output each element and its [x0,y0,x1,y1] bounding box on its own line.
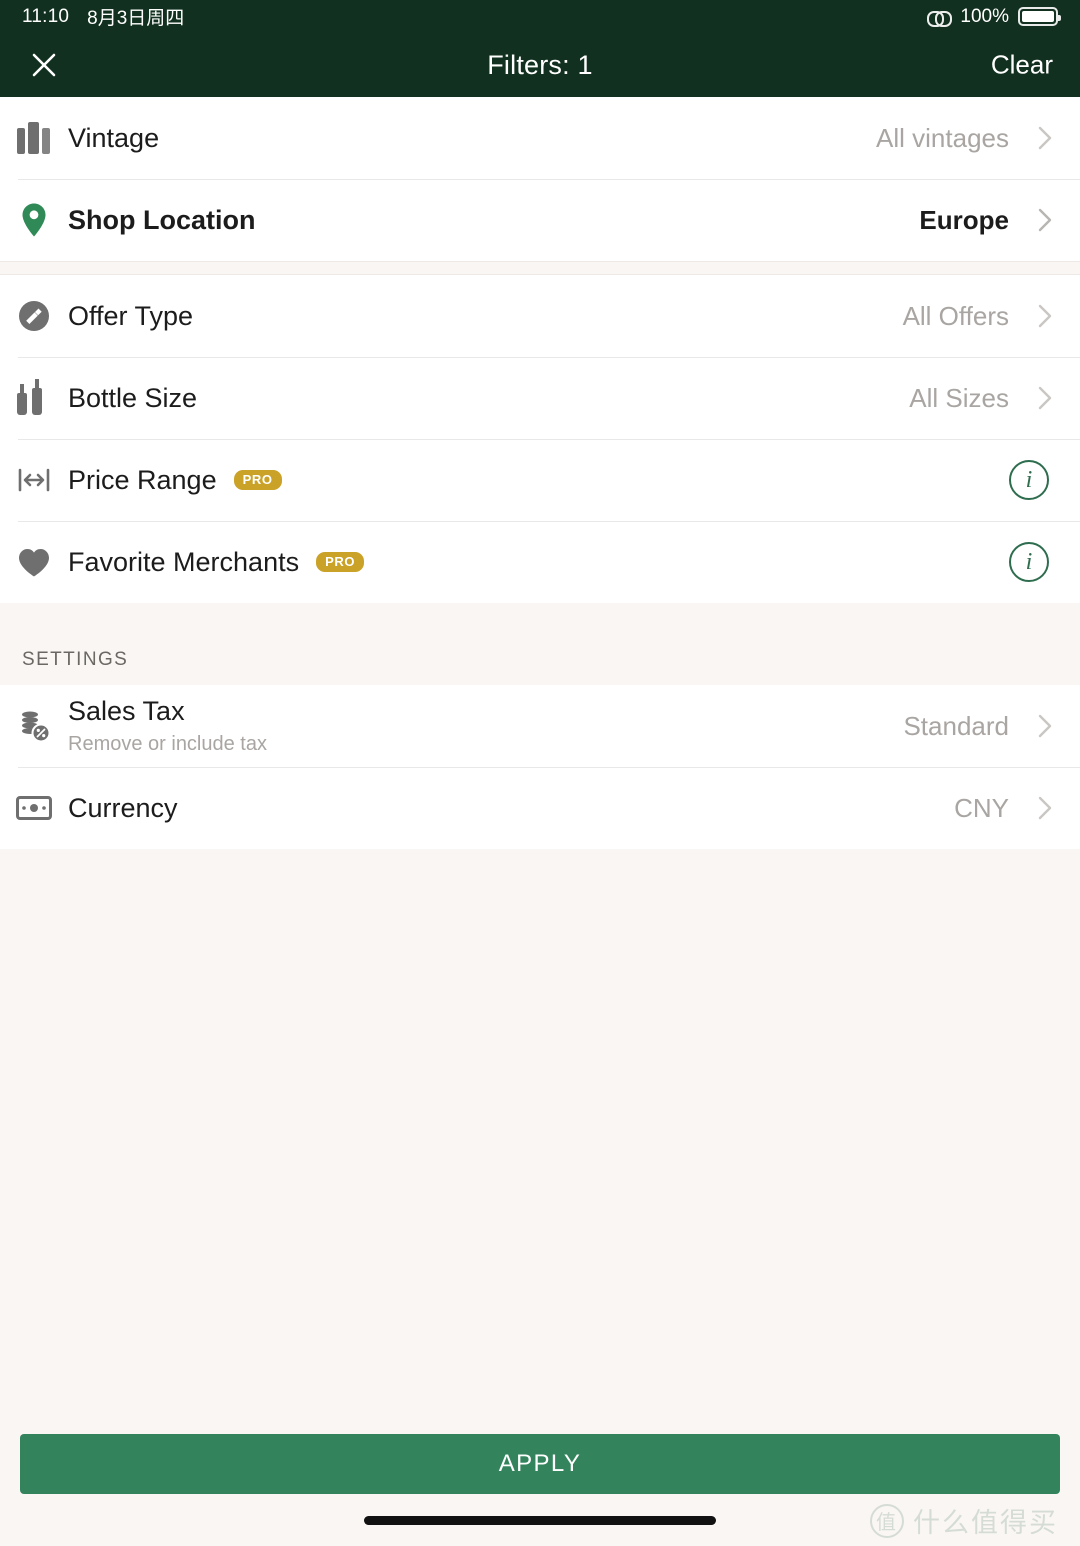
filter-label: Vintage [68,122,160,153]
home-indicator-area: 值 什么值得买 [0,1494,1080,1546]
filter-row-shop-location[interactable]: Shop Location Europe [0,179,1080,261]
status-bar: 11:10 8月3日周四 100% [0,0,1080,33]
map-pin-icon [0,202,68,238]
heart-icon [0,547,68,578]
settings-label: Sales Tax [68,696,185,726]
settings-row-text: Currency [68,793,178,824]
settings-row-sales-tax[interactable]: Sales Tax Remove or include tax Standard [0,685,1080,767]
filter-value: All Sizes [909,382,1009,413]
filter-row-text: Bottle Size [68,383,197,414]
app-bar: Filters: 1 Clear [0,33,1080,97]
filter-value: Europe [919,204,1009,235]
filter-label: Offer Type [68,300,194,331]
battery-percent-label: 100% [960,5,1009,27]
filter-value: All vintages [876,122,1009,153]
filter-row-price-range[interactable]: Price Range PRO i [0,439,1080,521]
filter-group-secondary: Offer Type All Offers Bottle Size All Si… [0,275,1080,603]
pro-badge: PRO [316,552,365,572]
watermark: 值 什么值得买 [870,1501,1058,1540]
banknote-icon [0,796,68,820]
filter-row-text: Shop Location [68,205,255,236]
info-icon[interactable]: i [1009,542,1049,582]
status-bar-left: 11:10 8月3日周四 [22,3,184,30]
filter-label: Shop Location [68,204,256,235]
settings-group: Sales Tax Remove or include tax Standard [0,685,1080,849]
watermark-text: 什么值得买 [913,1508,1058,1538]
filter-row-text: Price Range PRO [68,465,282,496]
filter-row-bottle-size[interactable]: Bottle Size All Sizes [0,357,1080,439]
filter-row-text: Vintage [68,123,159,154]
chevron-right-icon [1019,713,1053,739]
filter-label-text: Price Range [68,464,217,495]
settings-row-currency[interactable]: Currency CNY [0,767,1080,849]
chevron-right-icon [1019,125,1053,151]
close-icon[interactable] [22,43,66,87]
chevron-right-icon [1019,795,1053,821]
pro-badge: PRO [233,470,282,490]
home-indicator[interactable] [364,1515,716,1525]
filter-label-text: Favorite Merchants [68,546,300,577]
bottles-icon [0,381,68,415]
settings-section-label: SETTINGS [0,603,1080,685]
battery-icon [1018,7,1061,26]
filter-group-primary: Vintage All vintages Shop Location Europ… [0,97,1080,261]
page-title: Filters: 1 [487,49,593,80]
coins-percent-icon [0,709,68,743]
clear-button[interactable]: Clear [991,50,1053,81]
filter-row-offer-type[interactable]: Offer Type All Offers [0,275,1080,357]
status-time: 11:10 [22,5,70,27]
watermark-badge: 值 [870,1503,904,1538]
filter-row-text: Offer Type [68,301,193,332]
link-icon [927,9,953,27]
chevron-right-icon [1019,207,1053,233]
filter-value: All Offers [902,300,1009,331]
chevron-right-icon [1019,303,1053,329]
apply-button[interactable]: APPLY [20,1434,1060,1494]
footer: APPLY [0,1434,1080,1494]
settings-value: CNY [954,792,1009,823]
filters-list: Vintage All vintages Shop Location Europ… [0,97,1080,1434]
books-icon [0,122,68,154]
settings-row-text: Sales Tax Remove or include tax [68,696,267,756]
filter-label: Favorite Merchants PRO [68,546,365,578]
filter-label: Bottle Size [68,382,198,413]
filter-row-text: Favorite Merchants PRO [68,546,365,578]
arrows-horizontal-icon [0,466,68,494]
chevron-right-icon [1019,385,1053,411]
gavel-icon [0,300,68,332]
status-date: 8月3日周四 [87,8,185,29]
filter-label: Price Range PRO [68,465,282,496]
info-icon[interactable]: i [1009,460,1049,500]
group-separator [0,261,1080,275]
filter-row-vintage[interactable]: Vintage All vintages [0,97,1080,179]
status-bar-right: 100% [927,5,1061,28]
filter-row-favorite-merchants[interactable]: Favorite Merchants PRO i [0,521,1080,603]
settings-label: Currency [68,792,178,823]
settings-subtitle: Remove or include tax [68,733,267,755]
settings-value: Standard [903,710,1009,741]
filters-screen: 11:10 8月3日周四 100% Filters: 1 Clear Vinta… [0,0,1080,1546]
